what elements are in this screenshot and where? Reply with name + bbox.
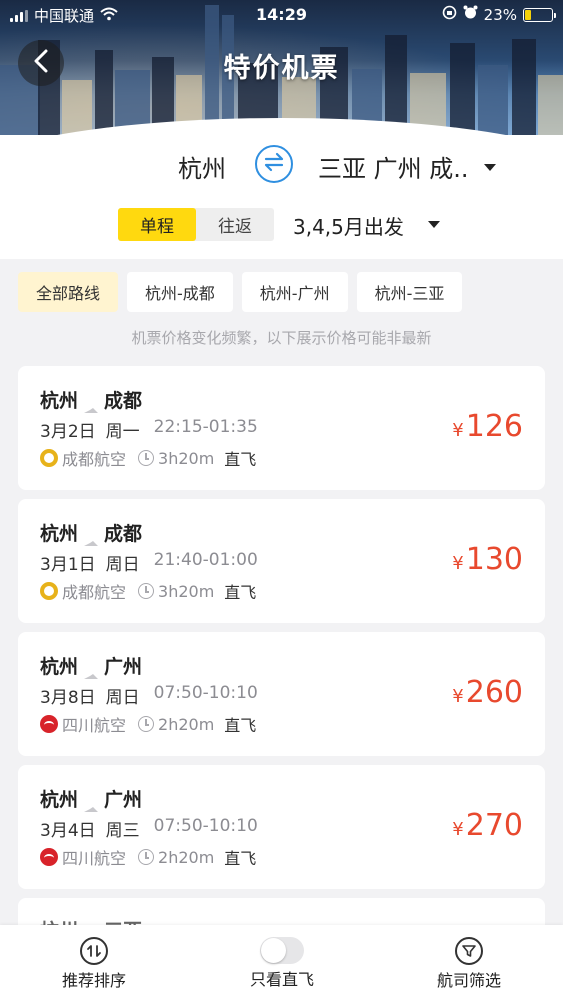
clock-icon [138,716,155,732]
battery-icon [523,7,556,22]
flight-weekday: 周日 [105,555,140,575]
airline-name: 四川航空 [62,849,127,868]
flight-weekday: 周一 [105,422,140,442]
filter-icon [455,937,483,965]
flight-stop-type: 直飞 [224,716,257,735]
from-city[interactable]: 杭州 [178,149,226,184]
currency-symbol: ¥ [452,686,464,707]
flight-time: 22:15-01:35 [153,417,258,437]
caret-down-icon[interactable] [428,221,440,228]
airline-name: 成都航空 [62,583,127,602]
route-tabs: 全部路线 杭州-成都 杭州-广州 杭州-三亚 [18,272,463,312]
price-value: 260 [465,675,523,710]
header-banner: 中国联通 14:29 23% 特价机票 [0,0,563,135]
airline-filter-label: 航司筛选 [436,971,501,990]
price-value: 126 [465,409,523,444]
alarm-icon [463,5,478,24]
flight-price: ¥ 126 [452,409,523,444]
search-panel: 杭州 三亚 广州 成.. 单程 往返 3,4,5月出发 [0,135,563,259]
sort-button[interactable]: 推荐排序 [34,937,154,991]
plane-icon [84,398,99,413]
flight-to: 广州 [104,656,143,678]
flight-price: ¥ 270 [452,808,523,843]
sort-label: 推荐排序 [61,971,126,990]
flight-duration: 3h20m [158,581,215,601]
flight-date: 3月2日 [40,422,96,442]
plane-icon [84,797,99,812]
trip-type-oneway[interactable]: 单程 [118,208,196,241]
price-value: 270 [465,808,523,843]
chengdu-airlines-logo-icon [40,449,58,467]
currency-symbol: ¥ [452,553,464,574]
flight-date: 3月8日 [40,688,96,708]
battery-percent: 23% [483,5,517,24]
flight-from: 杭州 [40,523,79,545]
tab-all-routes[interactable]: 全部路线 [18,272,119,312]
flight-price: ¥ 260 [452,675,523,710]
bottom-toolbar: 推荐排序 只看直飞 航司筛选 [0,925,563,1000]
flight-weekday: 周日 [105,688,140,708]
tab-hangzhou-guangzhou[interactable]: 杭州-广州 [241,272,348,312]
flight-duration: 2h20m [158,847,215,867]
direct-only-toggle[interactable]: 只看直飞 [222,937,342,990]
flight-duration: 3h20m [158,448,215,468]
currency-symbol: ¥ [452,819,464,840]
flight-time: 21:40-01:00 [153,550,258,570]
swap-cities-button[interactable] [255,145,293,183]
flight-card[interactable]: 杭州 成都 3月1日 周日 21:40-01:00 成都航空 3h20m 直飞 … [18,499,545,623]
price-notice: 机票价格变化频繁，以下展示价格可能非最新 [131,329,432,347]
rotation-lock-icon [442,5,457,24]
sort-icon [80,937,108,965]
flight-to: 成都 [104,390,143,412]
toggle-switch[interactable] [260,937,304,964]
currency-symbol: ¥ [452,420,464,441]
airline-name: 四川航空 [62,716,127,735]
direct-only-label: 只看直飞 [249,970,314,989]
flight-list: 杭州 成都 3月2日 周一 22:15-01:35 成都航空 3h20m 直飞 … [18,366,545,947]
flight-price: ¥ 130 [452,542,523,577]
flight-stop-type: 直飞 [224,450,257,469]
sichuan-airlines-logo-icon [40,715,58,733]
price-value: 130 [465,542,523,577]
swap-icon [263,152,285,176]
trip-type-roundtrip[interactable]: 往返 [196,208,274,241]
clock-icon [138,583,155,599]
flight-stop-type: 直飞 [224,583,257,602]
flight-from: 杭州 [40,789,79,811]
flight-card[interactable]: 杭州 成都 3月2日 周一 22:15-01:35 成都航空 3h20m 直飞 … [18,366,545,490]
flight-time: 07:50-10:10 [153,683,258,703]
flight-time: 07:50-10:10 [153,816,258,836]
sichuan-airlines-logo-icon [40,848,58,866]
trip-type-toggle: 单程 往返 [118,208,274,241]
flight-weekday: 周三 [105,821,140,841]
flight-card[interactable]: 杭州 广州 3月8日 周日 07:50-10:10 四川航空 2h20m 直飞 … [18,632,545,756]
flight-stop-type: 直飞 [224,849,257,868]
caret-down-icon[interactable] [484,164,496,171]
plane-icon [84,664,99,679]
clock-icon [138,849,155,865]
flight-from: 杭州 [40,656,79,678]
page-title: 特价机票 [223,53,340,84]
flight-date: 3月1日 [40,555,96,575]
flight-date: 3月4日 [40,821,96,841]
chengdu-airlines-logo-icon [40,582,58,600]
flight-duration: 2h20m [158,714,215,734]
flight-from: 杭州 [40,390,79,412]
flight-card[interactable]: 杭州 广州 3月4日 周三 07:50-10:10 四川航空 2h20m 直飞 … [18,765,545,889]
to-cities[interactable]: 三亚 广州 成.. [318,149,469,184]
tab-hangzhou-chengdu[interactable]: 杭州-成都 [127,272,233,312]
tab-hangzhou-sanya[interactable]: 杭州-三亚 [356,272,463,312]
airline-name: 成都航空 [62,450,127,469]
airline-filter-button[interactable]: 航司筛选 [409,937,529,991]
departure-month-select[interactable]: 3,4,5月出发 [293,211,404,240]
plane-icon [84,531,99,546]
flight-to: 成都 [104,523,143,545]
clock-icon [138,450,155,466]
flight-to: 广州 [104,789,143,811]
status-bar: 中国联通 14:29 23% [0,0,563,30]
